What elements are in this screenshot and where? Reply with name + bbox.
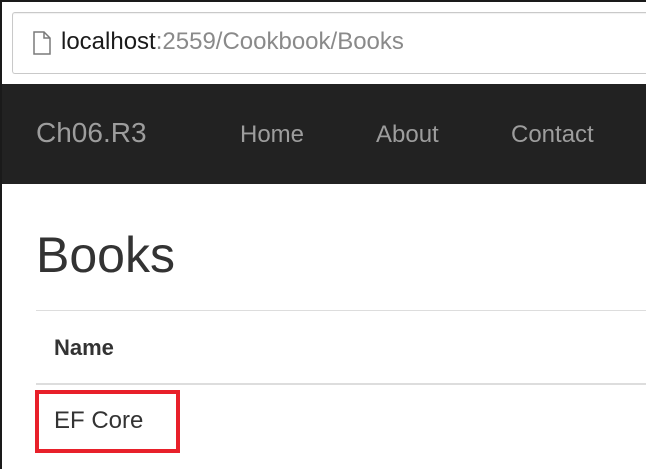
table-cell-name: EF Core — [54, 407, 144, 434]
url-text[interactable]: localhost:2559/Cookbook/Books — [61, 27, 404, 57]
nav-link-home[interactable]: Home — [240, 120, 304, 150]
address-bar[interactable]: localhost:2559/Cookbook/Books — [12, 12, 646, 74]
table-header-border — [36, 383, 646, 385]
url-host: localhost — [61, 28, 156, 55]
nav-link-contact[interactable]: Contact — [511, 120, 594, 150]
page-title: Books — [36, 227, 175, 283]
table-header-name: Name — [54, 335, 114, 360]
navbar: Ch06.R3 Home About Contact — [2, 84, 646, 184]
table-top-border — [36, 310, 646, 311]
nav-link-about[interactable]: About — [376, 120, 439, 150]
page-icon — [33, 31, 51, 55]
screenshot-frame: localhost:2559/Cookbook/Books Ch06.R3 Ho… — [0, 0, 646, 469]
navbar-brand[interactable]: Ch06.R3 — [36, 116, 147, 150]
url-path: :2559/Cookbook/Books — [155, 28, 404, 55]
